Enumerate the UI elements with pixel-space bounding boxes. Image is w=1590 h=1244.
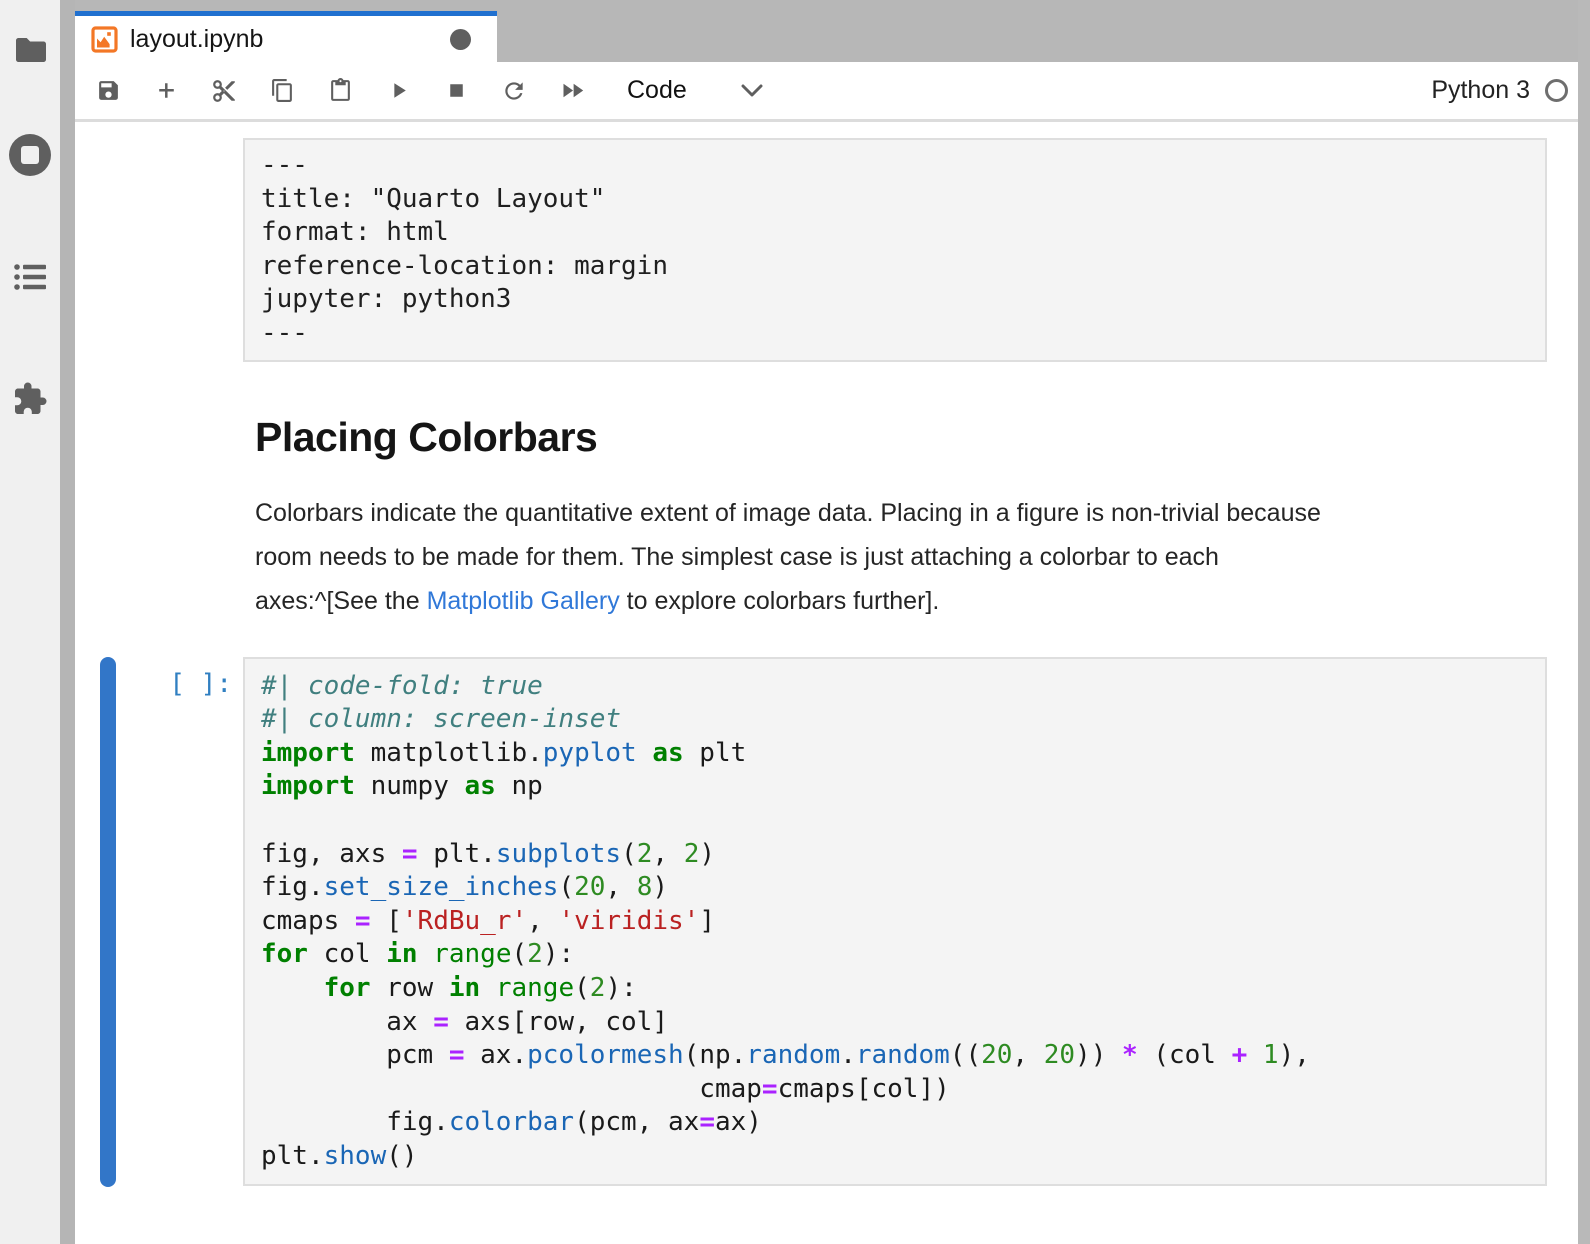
cell-type-value: Code [627, 76, 687, 105]
cell-collapser-bar[interactable] [100, 657, 116, 1187]
save-button[interactable] [79, 68, 137, 114]
code-line: #| column: screen-inset [261, 703, 1545, 737]
tab-layout-ipynb[interactable]: layout.ipynb [75, 11, 497, 62]
interrupt-kernel-button[interactable] [427, 68, 485, 114]
notebook-icon [91, 26, 118, 53]
notebook-toolbar: Code Python 3 [75, 62, 1590, 122]
matplotlib-gallery-link[interactable]: Matplotlib Gallery [427, 587, 620, 615]
code-line [261, 804, 1545, 838]
insert-cell-button[interactable] [137, 68, 195, 114]
paragraph-line: Colorbars indicate the quantitative exte… [255, 491, 1590, 535]
code-line: import matplotlib.pyplot as plt [261, 737, 1545, 771]
unsaved-changes-dot[interactable] [450, 29, 471, 50]
cell-type-dropdown[interactable]: Code [601, 76, 763, 105]
paragraph-line: room needs to be made for them. The simp… [255, 535, 1590, 579]
code-line: for row in range(2): [261, 972, 1545, 1006]
paragraph-text: to explore colorbars further]. [620, 587, 940, 615]
kernel-name: Python 3 [1431, 76, 1530, 105]
main-panel: layout.ipynb [75, 0, 1590, 1244]
paste-cells-button[interactable] [311, 68, 369, 114]
right-edge-gutter [1578, 0, 1590, 1244]
code-line: import numpy as np [261, 770, 1545, 804]
run-all-cells-button[interactable] [543, 68, 601, 114]
running-kernels-icon[interactable] [0, 125, 60, 185]
tab-bar: layout.ipynb [75, 0, 1590, 62]
raw-cell-text: --- title: "Quarto Layout" format: html … [261, 149, 1545, 351]
code-line: #| code-fold: true [261, 670, 1545, 704]
copy-cells-button[interactable] [253, 68, 311, 114]
run-cell-button[interactable] [369, 68, 427, 114]
cut-cells-button[interactable] [195, 68, 253, 114]
kernel-switcher[interactable]: Python 3 [1431, 76, 1568, 105]
tab-title: layout.ipynb [130, 25, 263, 54]
code-line: cmap=cmaps[col]) [261, 1073, 1545, 1107]
code-line: plt.show() [261, 1140, 1545, 1174]
paragraph-line: axes:^[See the Matplotlib Gallery to exp… [255, 579, 1590, 623]
code-line: pcm = ax.pcolormesh(np.random.random((20… [261, 1039, 1545, 1073]
code-cell: [ ]: #| code-fold: true#| column: screen… [75, 657, 1590, 1187]
extensions-icon[interactable] [0, 369, 60, 429]
code-line: fig, axs = plt.subplots(2, 2) [261, 838, 1545, 872]
code-line: fig.set_size_inches(20, 8) [261, 871, 1545, 905]
notebook-content: --- title: "Quarto Layout" format: html … [75, 122, 1590, 1244]
chevron-down-icon [741, 84, 763, 98]
execution-prompt: [ ]: [75, 669, 232, 699]
markdown-heading: Placing Colorbars [255, 414, 1590, 461]
code-line: for col in range(2): [261, 938, 1545, 972]
kernel-status-icon [1545, 79, 1568, 102]
raw-cell-yaml-frontmatter[interactable]: --- title: "Quarto Layout" format: html … [243, 138, 1547, 362]
code-line: cmaps = ['RdBu_r', 'viridis'] [261, 905, 1545, 939]
code-editor[interactable]: #| code-fold: true#| column: screen-inse… [243, 657, 1547, 1187]
table-of-contents-icon[interactable] [0, 247, 60, 307]
file-browser-icon[interactable] [0, 20, 60, 80]
code-line: ax = axs[row, col] [261, 1006, 1545, 1040]
markdown-paragraph: Colorbars indicate the quantitative exte… [255, 491, 1590, 623]
code-line: fig.colorbar(pcm, ax=ax) [261, 1106, 1545, 1140]
jupyterlab-window: layout.ipynb [0, 0, 1590, 1244]
paragraph-text: axes:^[See the [255, 587, 427, 615]
sidebar-divider [60, 0, 75, 1244]
left-activity-bar [0, 0, 60, 1244]
restart-kernel-button[interactable] [485, 68, 543, 114]
